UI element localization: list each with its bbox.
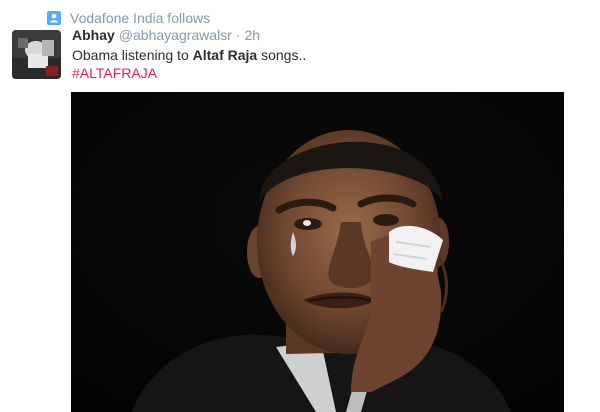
tweet-text-after: songs.. [257,47,307,63]
tweet-text-before: Obama listening to [72,47,193,63]
tweet-photo[interactable] [71,92,564,412]
tweet-text-bold: Altaf Raja [192,47,258,63]
hashtag-link[interactable]: #ALTAFRAJA [72,64,157,83]
avatar[interactable] [12,30,61,79]
follow-icon [47,11,61,25]
fullname[interactable]: Abhay [72,27,115,43]
tweet-text: Obama listening to Altaf Raja songs.. [72,46,306,65]
tweet-header: Abhay @abhayagrawalsr · 2h [72,27,260,47]
social-context-text[interactable]: Vodafone India follows [70,9,210,27]
timestamp[interactable]: 2h [245,27,261,43]
social-context: Vodafone India follows [47,9,210,27]
username[interactable]: @abhayagrawalsr [119,27,232,43]
separator-dot: · [235,27,241,43]
